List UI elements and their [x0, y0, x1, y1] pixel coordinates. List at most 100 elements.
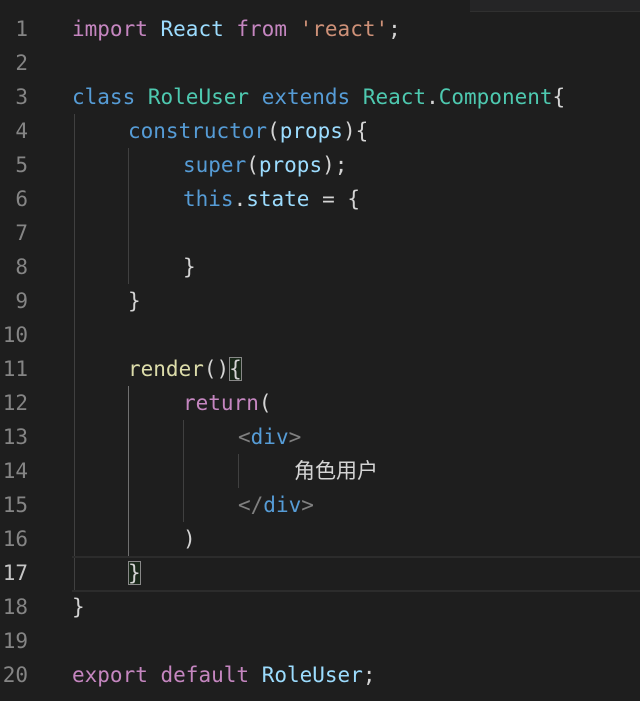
code-content: } — [72, 590, 85, 624]
line-number: 20 — [2, 663, 28, 687]
code-line-11[interactable]: 11 render(){ — [0, 352, 640, 386]
code-line-2[interactable]: 2 — [0, 46, 640, 80]
lparen: ( — [203, 357, 217, 381]
keyword-super: super — [183, 153, 247, 177]
editor-top-strip — [0, 0, 640, 12]
tag-open-bracket: < — [238, 425, 251, 449]
tag-div: div — [263, 493, 302, 517]
param-props: props — [258, 153, 323, 177]
rparen: ) — [322, 153, 335, 177]
class-name: RoleUser — [147, 85, 250, 109]
code-content: class RoleUser extends React.Component{ — [72, 80, 565, 114]
code-content: render(){ — [128, 352, 242, 386]
line-number: 13 — [2, 425, 28, 449]
code-content: constructor(props){ — [128, 114, 368, 148]
code-line-8[interactable]: 8 } — [0, 250, 640, 284]
dot: . — [426, 85, 439, 109]
line-number: 14 — [2, 459, 28, 483]
dot: . — [233, 187, 247, 211]
tag-close-bracket: > — [288, 425, 302, 449]
line-number: 7 — [15, 221, 28, 245]
identifier-roleuser: RoleUser — [261, 663, 363, 687]
identifier-react: React — [362, 85, 427, 109]
code-line-20[interactable]: 20 export default RoleUser; — [0, 658, 640, 692]
open-brace: { — [552, 85, 566, 109]
keyword-import: import — [72, 17, 148, 41]
code-line-5[interactable]: 5 super(props); — [0, 148, 640, 182]
lparen: ( — [246, 153, 259, 177]
string-react: 'react' — [299, 17, 389, 41]
line-number: 1 — [15, 17, 28, 41]
code-line-3[interactable]: 3 class RoleUser extends React.Component… — [0, 80, 640, 114]
open-brace: { — [355, 119, 369, 143]
horizontal-scrollbar[interactable] — [470, 0, 640, 12]
identifier-component: Component — [438, 85, 553, 109]
line-number: 17 — [2, 561, 28, 585]
line-number: 3 — [15, 85, 28, 109]
line-number: 5 — [15, 153, 28, 177]
tag-close-bracket: > — [301, 493, 314, 517]
keyword-default: default — [160, 663, 250, 687]
keyword-return: return — [183, 391, 259, 415]
line-number: 10 — [2, 323, 28, 347]
jsx-text-content: 角色用户 — [294, 459, 378, 483]
keyword-class: class — [72, 85, 136, 109]
code-line-9[interactable]: 9 } — [0, 284, 640, 318]
line-number: 4 — [15, 119, 28, 143]
close-brace: } — [183, 255, 196, 279]
code-content: } — [128, 556, 141, 590]
line-number: 16 — [2, 527, 28, 551]
code-line-1[interactable]: 1 import React from 'react'; — [0, 12, 640, 46]
semicolon: ; — [388, 17, 401, 41]
line-number: 15 — [2, 493, 28, 517]
code-content: ) — [183, 522, 196, 556]
line-number: 9 — [15, 289, 28, 313]
semicolon: ; — [362, 663, 376, 687]
line-number: 19 — [2, 629, 28, 653]
line-number: 8 — [15, 255, 28, 279]
code-editor[interactable]: 1 import React from 'react'; 2 3 class R… — [0, 0, 640, 701]
open-brace: { — [347, 187, 361, 211]
rparen: ) — [216, 357, 230, 381]
param-props: props — [279, 119, 343, 143]
property-state: state — [246, 187, 310, 211]
code-line-4[interactable]: 4 constructor(props){ — [0, 114, 640, 148]
method-render: render — [128, 357, 204, 381]
rparen: ) — [342, 119, 356, 143]
code-line-17-current[interactable]: 17 } — [0, 556, 640, 592]
lparen: ( — [258, 391, 272, 415]
code-content: <div> — [238, 420, 301, 454]
code-line-18[interactable]: 18 } — [0, 590, 640, 624]
code-content: </div> — [238, 488, 314, 522]
keyword-this: this — [183, 187, 234, 211]
line-number: 18 — [2, 595, 28, 619]
keyword-extends: extends — [261, 85, 351, 109]
code-line-12[interactable]: 12 return( — [0, 386, 640, 420]
keyword-constructor: constructor — [128, 119, 268, 143]
line-number: 11 — [2, 357, 28, 381]
code-line-10[interactable]: 10 — [0, 318, 640, 352]
code-line-16[interactable]: 16 ) — [0, 522, 640, 556]
keyword-from: from — [236, 17, 287, 41]
code-line-19[interactable]: 19 — [0, 624, 640, 658]
code-line-14[interactable]: 14 角色用户 — [0, 454, 640, 488]
code-line-13[interactable]: 13 <div> — [0, 420, 640, 454]
open-brace-matched: { — [229, 357, 242, 381]
semicolon: ; — [334, 153, 348, 177]
code-line-15[interactable]: 15 </div> — [0, 488, 640, 522]
close-brace: } — [72, 595, 85, 619]
code-content: super(props); — [183, 148, 347, 182]
code-content: } — [128, 284, 141, 318]
code-content: this.state = { — [183, 182, 360, 216]
line-number: 12 — [2, 391, 28, 415]
code-content: import React from 'react'; — [72, 12, 401, 46]
code-line-6[interactable]: 6 this.state = { — [0, 182, 640, 216]
code-content: export default RoleUser; — [72, 658, 376, 692]
rparen: ) — [183, 527, 196, 551]
close-brace-matched: } — [128, 561, 141, 585]
close-brace: } — [128, 289, 141, 313]
equals: = — [309, 187, 348, 211]
line-number: 2 — [15, 51, 28, 75]
tag-open-slash-bracket: </ — [238, 493, 264, 517]
code-line-7[interactable]: 7 — [0, 216, 640, 250]
